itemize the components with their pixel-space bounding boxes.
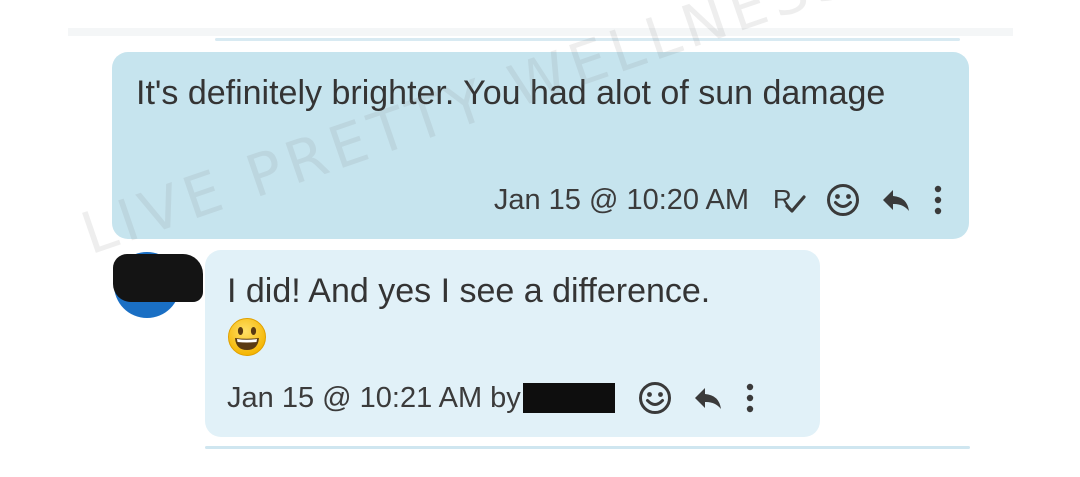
message-meta: Jan 15 @ 10:20 AM R [494, 180, 945, 220]
more-options-icon[interactable] [931, 182, 945, 218]
previous-message-edge [68, 28, 1013, 36]
message-timestamp: Jan 15 @ 10:20 AM [493, 183, 749, 216]
more-options-icon[interactable] [743, 380, 757, 416]
message-meta: Jan 15 @ 10:21 AM by [227, 378, 757, 418]
grinning-face-emoji [227, 317, 267, 368]
reply-icon[interactable] [879, 183, 913, 217]
avatar-redaction [113, 254, 203, 302]
message-timestamp: Jan 15 @ 10:21 AM [227, 381, 483, 414]
message-text: I did! And yes I see a difference. [227, 270, 807, 368]
message-bubble-incoming[interactable]: I did! And yes I see a difference. Jan 1… [205, 250, 820, 437]
message-text: It's definitely brighter. You had alot o… [136, 74, 886, 112]
sender-name-redaction [522, 383, 615, 413]
read-receipt-icon: R [771, 182, 807, 218]
reply-icon[interactable] [691, 381, 725, 415]
emoji-reaction-icon[interactable] [825, 182, 861, 218]
previous-message-divider [215, 38, 960, 41]
message-text-body: I did! And yes I see a difference. [227, 272, 711, 310]
emoji-reaction-icon[interactable] [637, 380, 673, 416]
next-message-divider [205, 446, 970, 449]
message-bubble-outgoing[interactable]: It's definitely brighter. You had alot o… [112, 52, 969, 239]
sender-by-label: by [490, 381, 521, 414]
